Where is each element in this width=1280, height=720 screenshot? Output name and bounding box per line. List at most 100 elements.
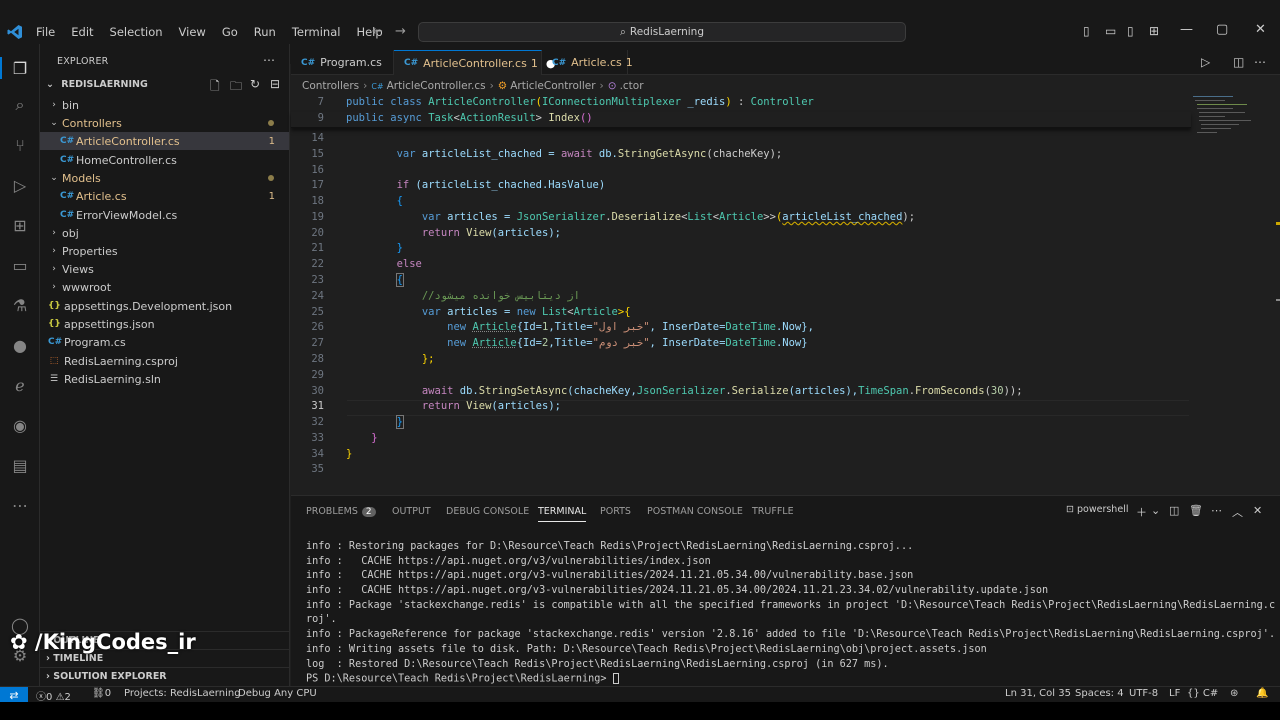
collapse-all-icon[interactable]: ⊟ — [270, 77, 280, 91]
kill-terminal-icon[interactable]: 🗑 — [1189, 504, 1203, 517]
sticky-scroll-line[interactable]: 7 public class ArticleController(IConnec… — [291, 96, 1191, 112]
panel-tab-terminal[interactable]: TERMINAL — [538, 506, 587, 522]
tree-item-label: RedisLaerning.sln — [64, 372, 161, 386]
terminal-shell-selector[interactable]: ⊡ powershell — [1066, 504, 1128, 515]
run-icon[interactable]: ▷ — [1201, 55, 1210, 69]
menu-file[interactable]: File — [28, 25, 63, 39]
back-arrow-icon[interactable]: ← — [372, 24, 383, 39]
menu-terminal[interactable]: Terminal — [284, 25, 349, 39]
tree-item[interactable]: C# ArticleController.cs 1 — [40, 132, 289, 150]
search-view-icon[interactable]: ⌕ — [9, 94, 31, 116]
remote-explorer-icon[interactable]: ▭ — [9, 254, 31, 276]
source-control-icon[interactable]: ⑂ — [9, 134, 31, 156]
refresh-icon[interactable]: ↻ — [250, 77, 260, 91]
panel-tab-postman-console[interactable]: POSTMAN CONSOLE — [647, 506, 743, 517]
toggle-primary-sidebar-icon[interactable]: ▯ — [1083, 24, 1090, 38]
tree-item[interactable]: ☰ RedisLaerning.sln — [40, 370, 289, 388]
editor-scrollbar[interactable] — [1276, 94, 1280, 492]
terminal-output[interactable]: info : Restoring packages for D:\Resourc… — [306, 541, 1276, 688]
editor-more-icon[interactable]: ⋯ — [1254, 55, 1266, 69]
close-panel-icon[interactable]: ✕ — [1253, 504, 1262, 517]
sticky-scroll-line[interactable]: 9 public async Task<ActionResult> Index(… — [291, 112, 1191, 128]
explorer-icon[interactable]: ❐ — [0, 57, 31, 79]
line-endings[interactable]: LF — [1169, 688, 1180, 699]
tree-item[interactable]: › Views — [40, 260, 289, 278]
minimize-icon[interactable]: — — [1180, 22, 1193, 37]
github-icon[interactable]: ● — [9, 334, 31, 356]
remote-indicator-icon[interactable]: ⇄ — [0, 687, 28, 703]
panel-tab-output[interactable]: OUTPUT — [392, 506, 431, 517]
tree-item[interactable]: C# ErrorViewModel.cs — [40, 206, 289, 224]
more-actions-icon[interactable]: ⋯ — [263, 53, 275, 67]
new-file-icon[interactable]: 🗋 — [210, 77, 220, 98]
breadcrumb-class[interactable]: ArticleController — [510, 80, 595, 92]
tree-item[interactable]: › bin — [40, 96, 289, 114]
run-debug-icon[interactable]: ▷ — [9, 174, 31, 196]
solution-explorer-section[interactable]: › SOLUTION EXPLORER — [40, 667, 289, 685]
ports-status[interactable]: ⛓0 — [92, 688, 111, 699]
menu-go[interactable]: Go — [214, 25, 246, 39]
tree-item[interactable]: C# HomeController.cs — [40, 151, 289, 169]
panel-tab-debug-console[interactable]: DEBUG CONSOLE — [446, 506, 529, 517]
tab-program[interactable]: C# Program.cs — [291, 50, 394, 75]
toggle-panel-icon[interactable]: ▭ — [1105, 24, 1116, 38]
cursor-position[interactable]: Ln 31, Col 35 — [1005, 688, 1071, 699]
csharp-file-icon: C# — [301, 57, 316, 68]
project-root-header[interactable]: ⌄ REDISLAERNING — [46, 79, 148, 90]
debug-config-status[interactable]: Debug Any CPU — [238, 688, 317, 699]
edge-devtools-icon[interactable]: ℯ — [9, 374, 31, 396]
breadcrumb-folder[interactable]: Controllers — [302, 80, 359, 92]
command-center-search[interactable]: ⌕ RedisLaerning — [418, 22, 906, 42]
tree-item[interactable]: › wwwroot — [40, 278, 289, 296]
tree-item[interactable]: › Properties — [40, 242, 289, 260]
menu-selection[interactable]: Selection — [102, 25, 171, 39]
tree-item[interactable]: {} appsettings.Development.json — [40, 297, 289, 315]
split-terminal-icon[interactable]: ◫ — [1169, 504, 1179, 517]
extensions-icon[interactable]: ⊞ — [9, 214, 31, 236]
tab-articlecontroller[interactable]: C# ArticleController.cs 1 ● — [394, 50, 555, 75]
panel-tab-truffle[interactable]: TRUFFLE — [752, 506, 794, 517]
docker-icon[interactable]: ▤ — [9, 454, 31, 476]
tree-item[interactable]: C# Article.cs 1 — [40, 187, 289, 205]
breadcrumb-file[interactable]: ArticleController.cs — [387, 80, 486, 92]
panel-tab-ports[interactable]: PORTS — [600, 506, 631, 517]
more-views-icon[interactable]: ⋯ — [9, 494, 31, 516]
maximize-panel-icon[interactable]: ︿ — [1232, 504, 1243, 520]
forward-arrow-icon[interactable]: → — [395, 24, 406, 39]
panel-more-icon[interactable]: ⋯ — [1211, 504, 1222, 517]
menu-help[interactable]: Help — [348, 25, 390, 39]
notifications-bell-icon[interactable]: 🔔 — [1256, 688, 1268, 699]
tree-item[interactable]: ⌄ Controllers — [40, 114, 289, 132]
tree-item[interactable]: C# Program.cs — [40, 333, 289, 351]
postman-icon[interactable]: ◉ — [9, 414, 31, 436]
ports-count: 0 — [104, 688, 112, 699]
minimap[interactable] — [1189, 94, 1271, 154]
new-terminal-icon[interactable]: ＋ — [1136, 504, 1147, 520]
split-editor-icon[interactable]: ◫ — [1233, 55, 1244, 69]
code-editor[interactable]: 7 public class ArticleController(IConnec… — [291, 94, 1280, 492]
tree-item[interactable]: ⌄ Models — [40, 169, 289, 187]
tree-item[interactable]: {} appsettings.json — [40, 315, 289, 333]
language-mode[interactable]: {} C# — [1187, 688, 1218, 699]
menu-run[interactable]: Run — [246, 25, 284, 39]
encoding[interactable]: UTF-8 — [1129, 688, 1158, 699]
breadcrumb-member[interactable]: .ctor — [620, 80, 644, 92]
panel-tab-problems[interactable]: PROBLEMS 2 — [306, 506, 376, 517]
project-status[interactable]: Projects: RedisLaerning — [124, 688, 241, 699]
tree-item[interactable]: › obj — [40, 224, 289, 242]
indentation[interactable]: Spaces: 4 — [1075, 688, 1124, 699]
tab-article[interactable]: C# Article.cs 1 — [542, 50, 633, 75]
testing-icon[interactable]: ⚗ — [9, 294, 31, 316]
menu-view[interactable]: View — [171, 25, 214, 39]
problems-status[interactable]: ⓧ0 ⚠2 — [36, 688, 71, 703]
toggle-secondary-sidebar-icon[interactable]: ▯ — [1127, 24, 1134, 38]
customize-layout-icon[interactable]: ⊞ — [1149, 24, 1159, 38]
line-number: 28 — [311, 353, 324, 365]
close-window-icon[interactable]: ✕ — [1255, 22, 1266, 37]
new-folder-icon[interactable]: 🗀 — [230, 77, 242, 98]
chevron-down-icon[interactable]: ⌄ — [1151, 504, 1160, 517]
copilot-icon[interactable]: ⊛ — [1230, 688, 1238, 699]
tree-item[interactable]: ⬚ RedisLaerning.csproj — [40, 352, 289, 370]
menu-edit[interactable]: Edit — [63, 25, 101, 39]
maximize-icon[interactable]: ▢ — [1216, 22, 1228, 37]
